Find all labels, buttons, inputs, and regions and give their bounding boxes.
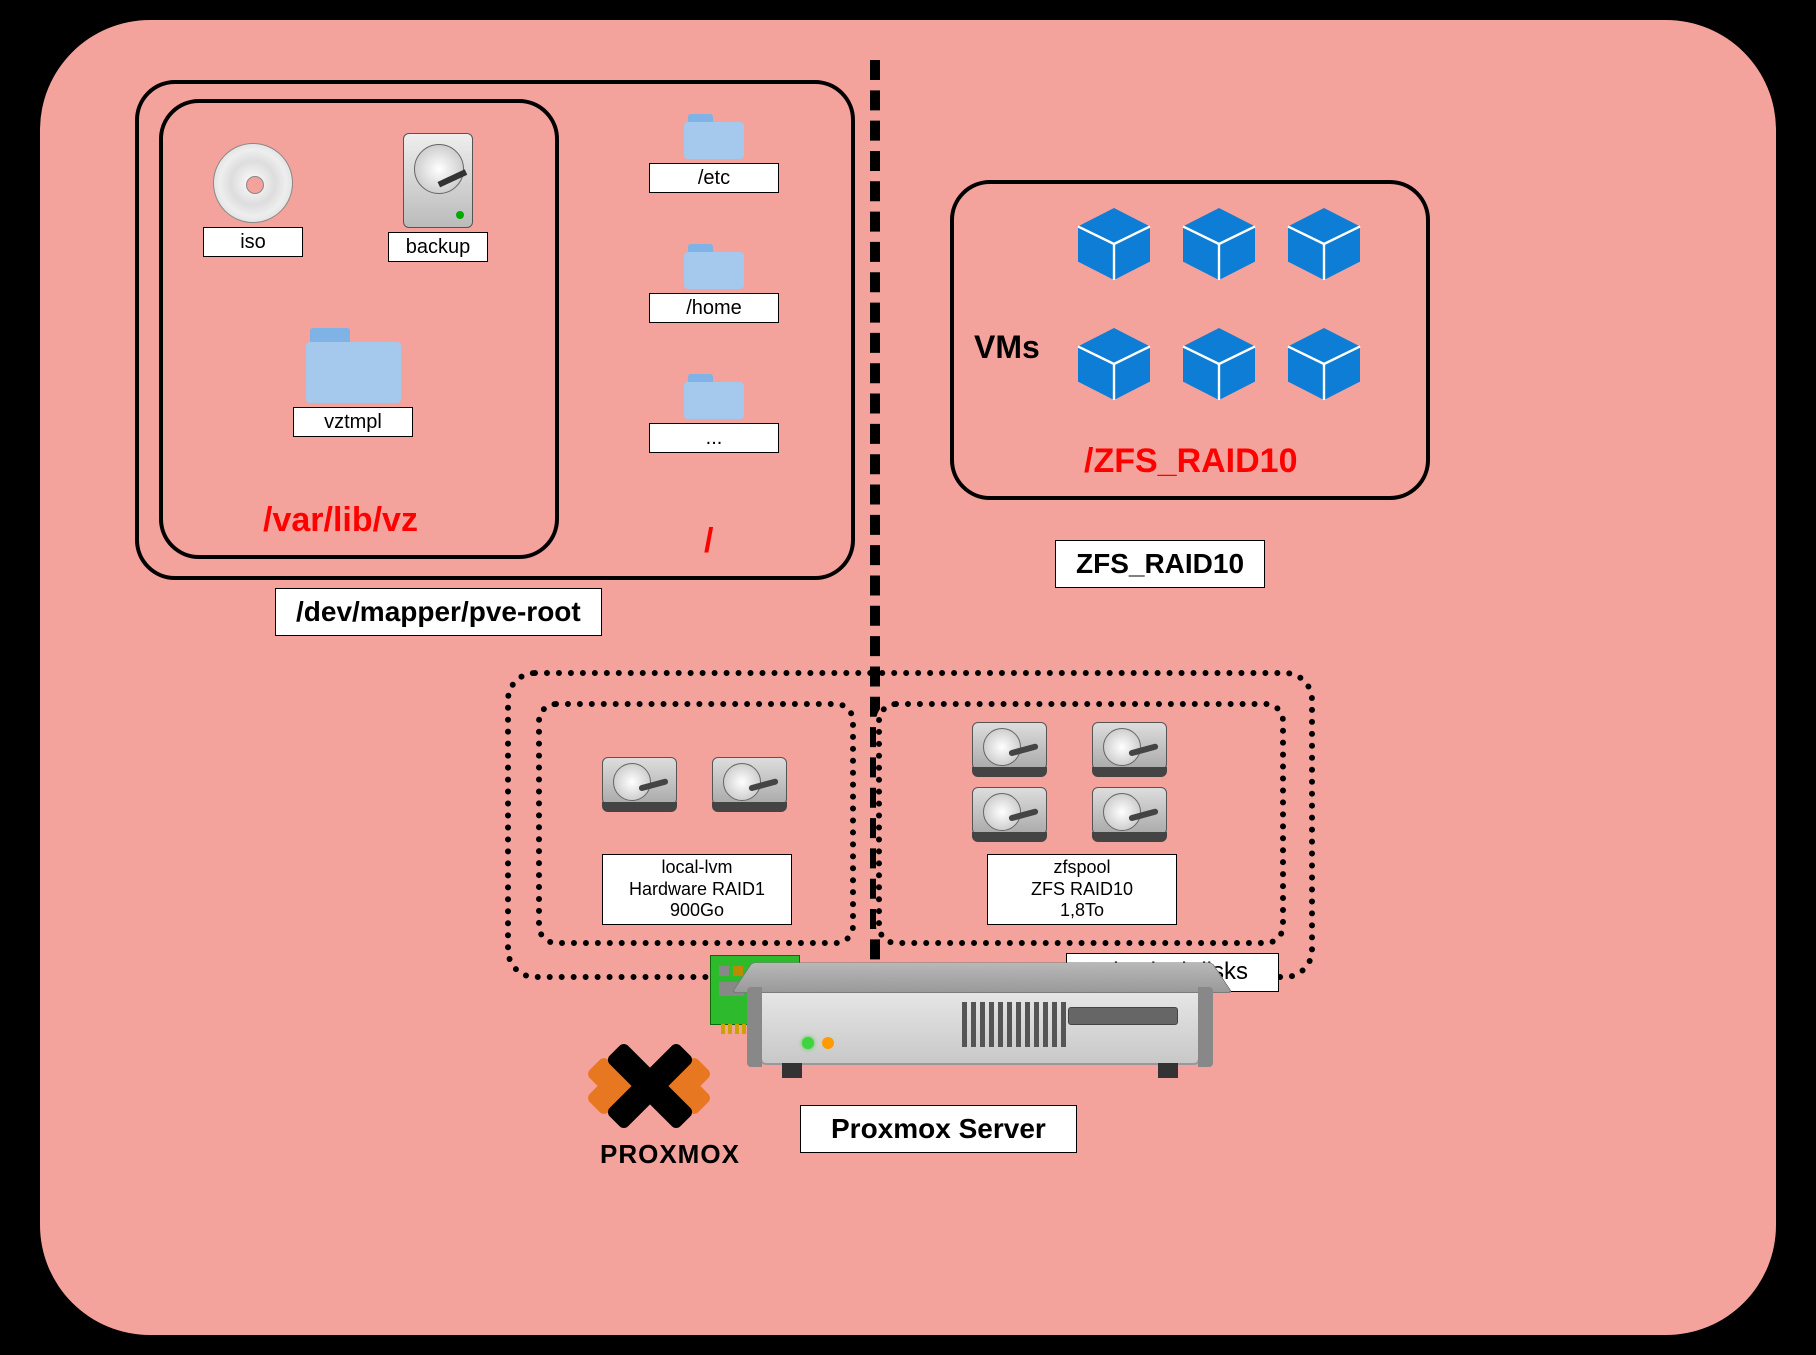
hdd-icon: [712, 757, 787, 812]
varlibvz-path: /var/lib/vz: [263, 501, 418, 540]
more-folder: ...: [649, 374, 779, 453]
led-green-icon: [802, 1037, 814, 1049]
zfs-label: ZFS_RAID10: [1055, 540, 1265, 588]
led-orange-icon: [822, 1037, 834, 1049]
group2-label: zfspoolZFS RAID101,8To: [987, 854, 1177, 925]
vztmpl-label: vztmpl: [293, 407, 413, 437]
vm-row-1: [1074, 204, 1364, 284]
folder-icon: [684, 244, 744, 289]
home-label: /home: [649, 293, 779, 323]
cube-icon: [1074, 324, 1154, 404]
hdd-icon: [1092, 722, 1167, 777]
optical-drive-icon: [1068, 1007, 1178, 1025]
group1-label: local-lvmHardware RAID1900Go: [602, 854, 792, 925]
cube-icon: [1284, 324, 1364, 404]
cd-icon: [213, 143, 293, 223]
hdd-internal-icon: [403, 133, 473, 228]
varlibvz-box: iso backup vztmpl /var/lib/vz: [159, 99, 559, 559]
zfs-mount-path: /ZFS_RAID10: [1084, 442, 1298, 481]
iso-label: iso: [203, 227, 303, 257]
folder-icon: [306, 328, 401, 403]
backup-label: backup: [388, 232, 488, 262]
physical-disks-box: local-lvmHardware RAID1900Go zfspoolZFS …: [505, 670, 1315, 980]
hdd-icon: [972, 787, 1047, 842]
vztmpl-item: vztmpl: [293, 328, 413, 437]
hdd-icon: [602, 757, 677, 812]
server-chassis: [760, 985, 1200, 1095]
disk-group-local-lvm: local-lvmHardware RAID1900Go: [536, 701, 856, 946]
etc-folder: /etc: [649, 114, 779, 193]
cube-icon: [1074, 204, 1154, 284]
hdd-grid: [972, 722, 1167, 842]
proxmox-x-icon: [600, 1035, 710, 1135]
vm-row-2: [1074, 324, 1364, 404]
diagram-canvas: iso backup vztmpl /var/lib/vz /etc /home: [40, 20, 1776, 1335]
server-label: Proxmox Server: [800, 1105, 1077, 1153]
etc-label: /etc: [649, 163, 779, 193]
pve-root-label: /dev/mapper/pve-root: [275, 588, 602, 636]
more-label: ...: [649, 423, 779, 453]
home-folder: /home: [649, 244, 779, 323]
hdd-icon: [972, 722, 1047, 777]
hdd-icon: [1092, 787, 1167, 842]
vms-label: VMs: [974, 329, 1040, 366]
iso-item: iso: [203, 143, 303, 257]
cube-icon: [1179, 204, 1259, 284]
pve-root-box: iso backup vztmpl /var/lib/vz /etc /home: [135, 80, 855, 580]
folder-icon: [684, 114, 744, 159]
disk-group-zfspool: zfspoolZFS RAID101,8To: [876, 701, 1286, 946]
folder-icon: [684, 374, 744, 419]
backup-item: backup: [388, 133, 488, 262]
proxmox-logo: PROXMOX: [600, 1035, 740, 1170]
cube-icon: [1284, 204, 1364, 284]
root-path: /: [704, 522, 713, 561]
proxmox-brand-text: PROXMOX: [600, 1139, 740, 1170]
cube-icon: [1179, 324, 1259, 404]
hdd-row: [602, 757, 787, 812]
zfs-box: VMs /ZFS_RAID10: [950, 180, 1430, 500]
